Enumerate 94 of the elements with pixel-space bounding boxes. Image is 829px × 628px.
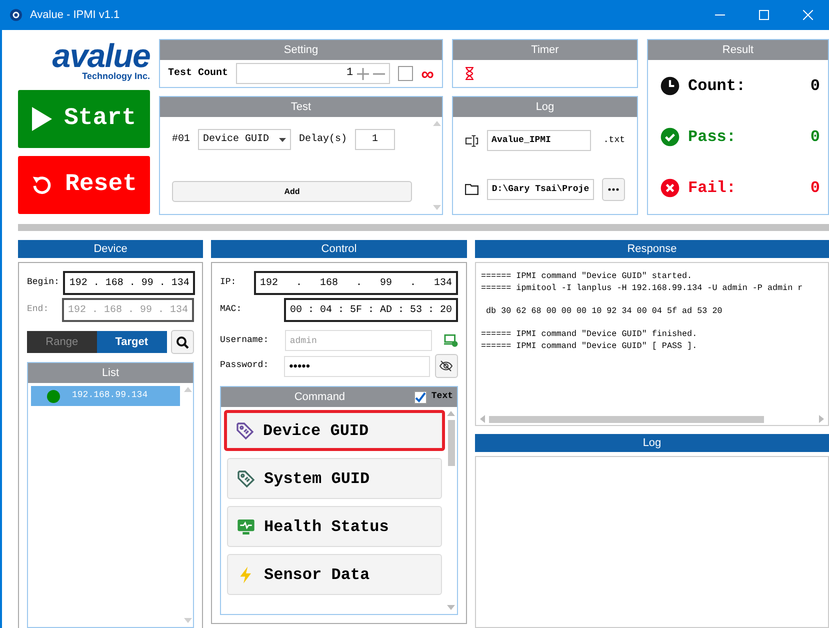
panel-header: Response	[475, 240, 829, 258]
scroll-down-arrow-icon[interactable]	[447, 605, 455, 610]
device-address: 192.168.99.134	[72, 389, 148, 402]
result-value: 0	[810, 76, 820, 97]
play-icon	[32, 107, 52, 131]
scroll-up-arrow-icon[interactable]	[184, 387, 192, 392]
add-button[interactable]: Add	[172, 181, 412, 202]
window-title: Avalue - IPMI v1.1	[30, 8, 121, 23]
begin-label: Begin:	[27, 276, 60, 290]
panel-header: Device	[18, 240, 203, 258]
folder-icon	[465, 183, 479, 196]
search-icon	[176, 336, 189, 348]
password-label: Password:	[220, 359, 270, 372]
text-checkbox[interactable]	[414, 390, 428, 404]
delay-label: Delay(s)	[299, 132, 348, 147]
mode-tab[interactable]: Target	[96, 331, 167, 353]
command-dropdown[interactable]: Device GUID	[198, 129, 292, 150]
app-icon	[10, 9, 22, 21]
username-field[interactable]: admin	[284, 330, 432, 351]
monitor-icon	[236, 516, 256, 536]
result-label: Count:	[688, 76, 747, 97]
panel-header: Test	[160, 97, 442, 117]
tag-icon	[236, 468, 256, 488]
tag-icon	[235, 420, 255, 440]
scroll-down-arrow-icon[interactable]	[184, 618, 192, 623]
mac-label: MAC:	[220, 303, 243, 316]
close-icon[interactable]	[803, 10, 813, 20]
browse-button[interactable]	[602, 178, 625, 201]
infinity-symbol: ∞	[421, 64, 434, 82]
scroll-up-arrow-icon[interactable]	[433, 121, 441, 126]
panel-header: Result	[648, 40, 828, 60]
test-count-field[interactable]: 1	[236, 63, 390, 84]
file-name-field[interactable]: Avalue_IPMI	[486, 130, 592, 152]
address-field[interactable]: 00 : 04 : 5F : AD : 53 : 20	[284, 298, 458, 322]
response-line: ====== IPMI command "Device GUID" [ PASS ].	[481, 340, 698, 352]
toggle-visibility-button[interactable]	[434, 354, 458, 378]
scrollbar-thumb[interactable]	[448, 420, 454, 466]
folder-path-field[interactable]: D:\Gary Tsai\Proje	[486, 178, 594, 200]
check-circle-icon	[660, 126, 680, 147]
caret-icon	[279, 138, 286, 142]
computer-check-icon	[444, 334, 458, 347]
eye-slash-icon	[439, 360, 454, 372]
command-button[interactable]: Health Status	[227, 506, 442, 547]
response-line: db 30 62 68 00 00 00 10 92 34 00 04 5f ad 53 20	[485, 305, 724, 317]
panel-header: Command	[293, 390, 346, 405]
more-icon	[608, 188, 620, 191]
dropdown-value: Device GUID	[203, 132, 270, 147]
ip-label: IP:	[220, 276, 238, 290]
x-circle-icon	[660, 178, 680, 198]
command-button[interactable]: Device GUID	[224, 410, 445, 451]
panel-header: Log	[453, 97, 637, 117]
response-line: ====== IPMI command "Device GUID" finished.	[481, 328, 698, 340]
password-field[interactable]: •••••	[284, 356, 430, 376]
test-count-label: Test Count	[168, 67, 228, 81]
delay-field[interactable]: 1	[355, 129, 396, 150]
hourglass-icon	[465, 67, 474, 80]
file-extension: .txt	[603, 134, 625, 147]
panel-header: Control	[211, 240, 467, 258]
panel-header: Timer	[453, 40, 637, 60]
response-line: ====== ipmitool -I lanplus -H 192.168.99.134 -U admin -P admin r	[481, 282, 804, 294]
infinite-checkbox[interactable]	[398, 66, 414, 81]
username-label: Username:	[220, 334, 270, 347]
panel-header: List	[28, 363, 193, 383]
rename-icon	[465, 134, 479, 147]
logo-wordmark: avalue	[52, 40, 150, 70]
start-button[interactable]: Start	[18, 90, 150, 148]
end-label: End:	[27, 303, 50, 316]
result-label: Fail:	[688, 178, 738, 200]
address-field[interactable]: 192 . 168 . 99 . 134	[254, 271, 458, 295]
scroll-left-arrow-icon[interactable]	[480, 415, 485, 423]
maximize-icon[interactable]	[759, 10, 769, 20]
scroll-up-arrow-icon[interactable]	[447, 411, 455, 416]
address-field[interactable]: 192 . 168 . 99 . 134	[63, 271, 196, 295]
result-value: 0	[810, 126, 820, 148]
scroll-right-arrow-icon[interactable]	[819, 415, 824, 423]
panel-header: Setting	[160, 40, 442, 60]
clock-icon	[660, 76, 680, 96]
result-label: Pass:	[688, 126, 738, 148]
response-line: ====== IPMI command "Device GUID" started.	[481, 270, 694, 282]
text-checkbox-label: Text	[431, 390, 453, 404]
scrollbar-thumb[interactable]	[489, 416, 764, 422]
result-value: 0	[810, 178, 820, 200]
panel-header: Log	[475, 434, 829, 452]
plus-icon[interactable]	[357, 68, 370, 80]
search-button[interactable]	[170, 330, 194, 354]
test-count-value: 1	[346, 66, 354, 82]
command-button[interactable]: Sensor Data	[227, 554, 442, 595]
scroll-down-arrow-icon[interactable]	[433, 205, 441, 210]
mode-tab[interactable]: Range	[27, 331, 97, 353]
test-index: #01	[172, 133, 190, 147]
reset-icon	[30, 174, 53, 196]
command-button[interactable]: System GUID	[227, 458, 442, 499]
reset-button[interactable]: Reset	[18, 156, 150, 214]
logo-tagline: Technology Inc.	[82, 70, 150, 80]
